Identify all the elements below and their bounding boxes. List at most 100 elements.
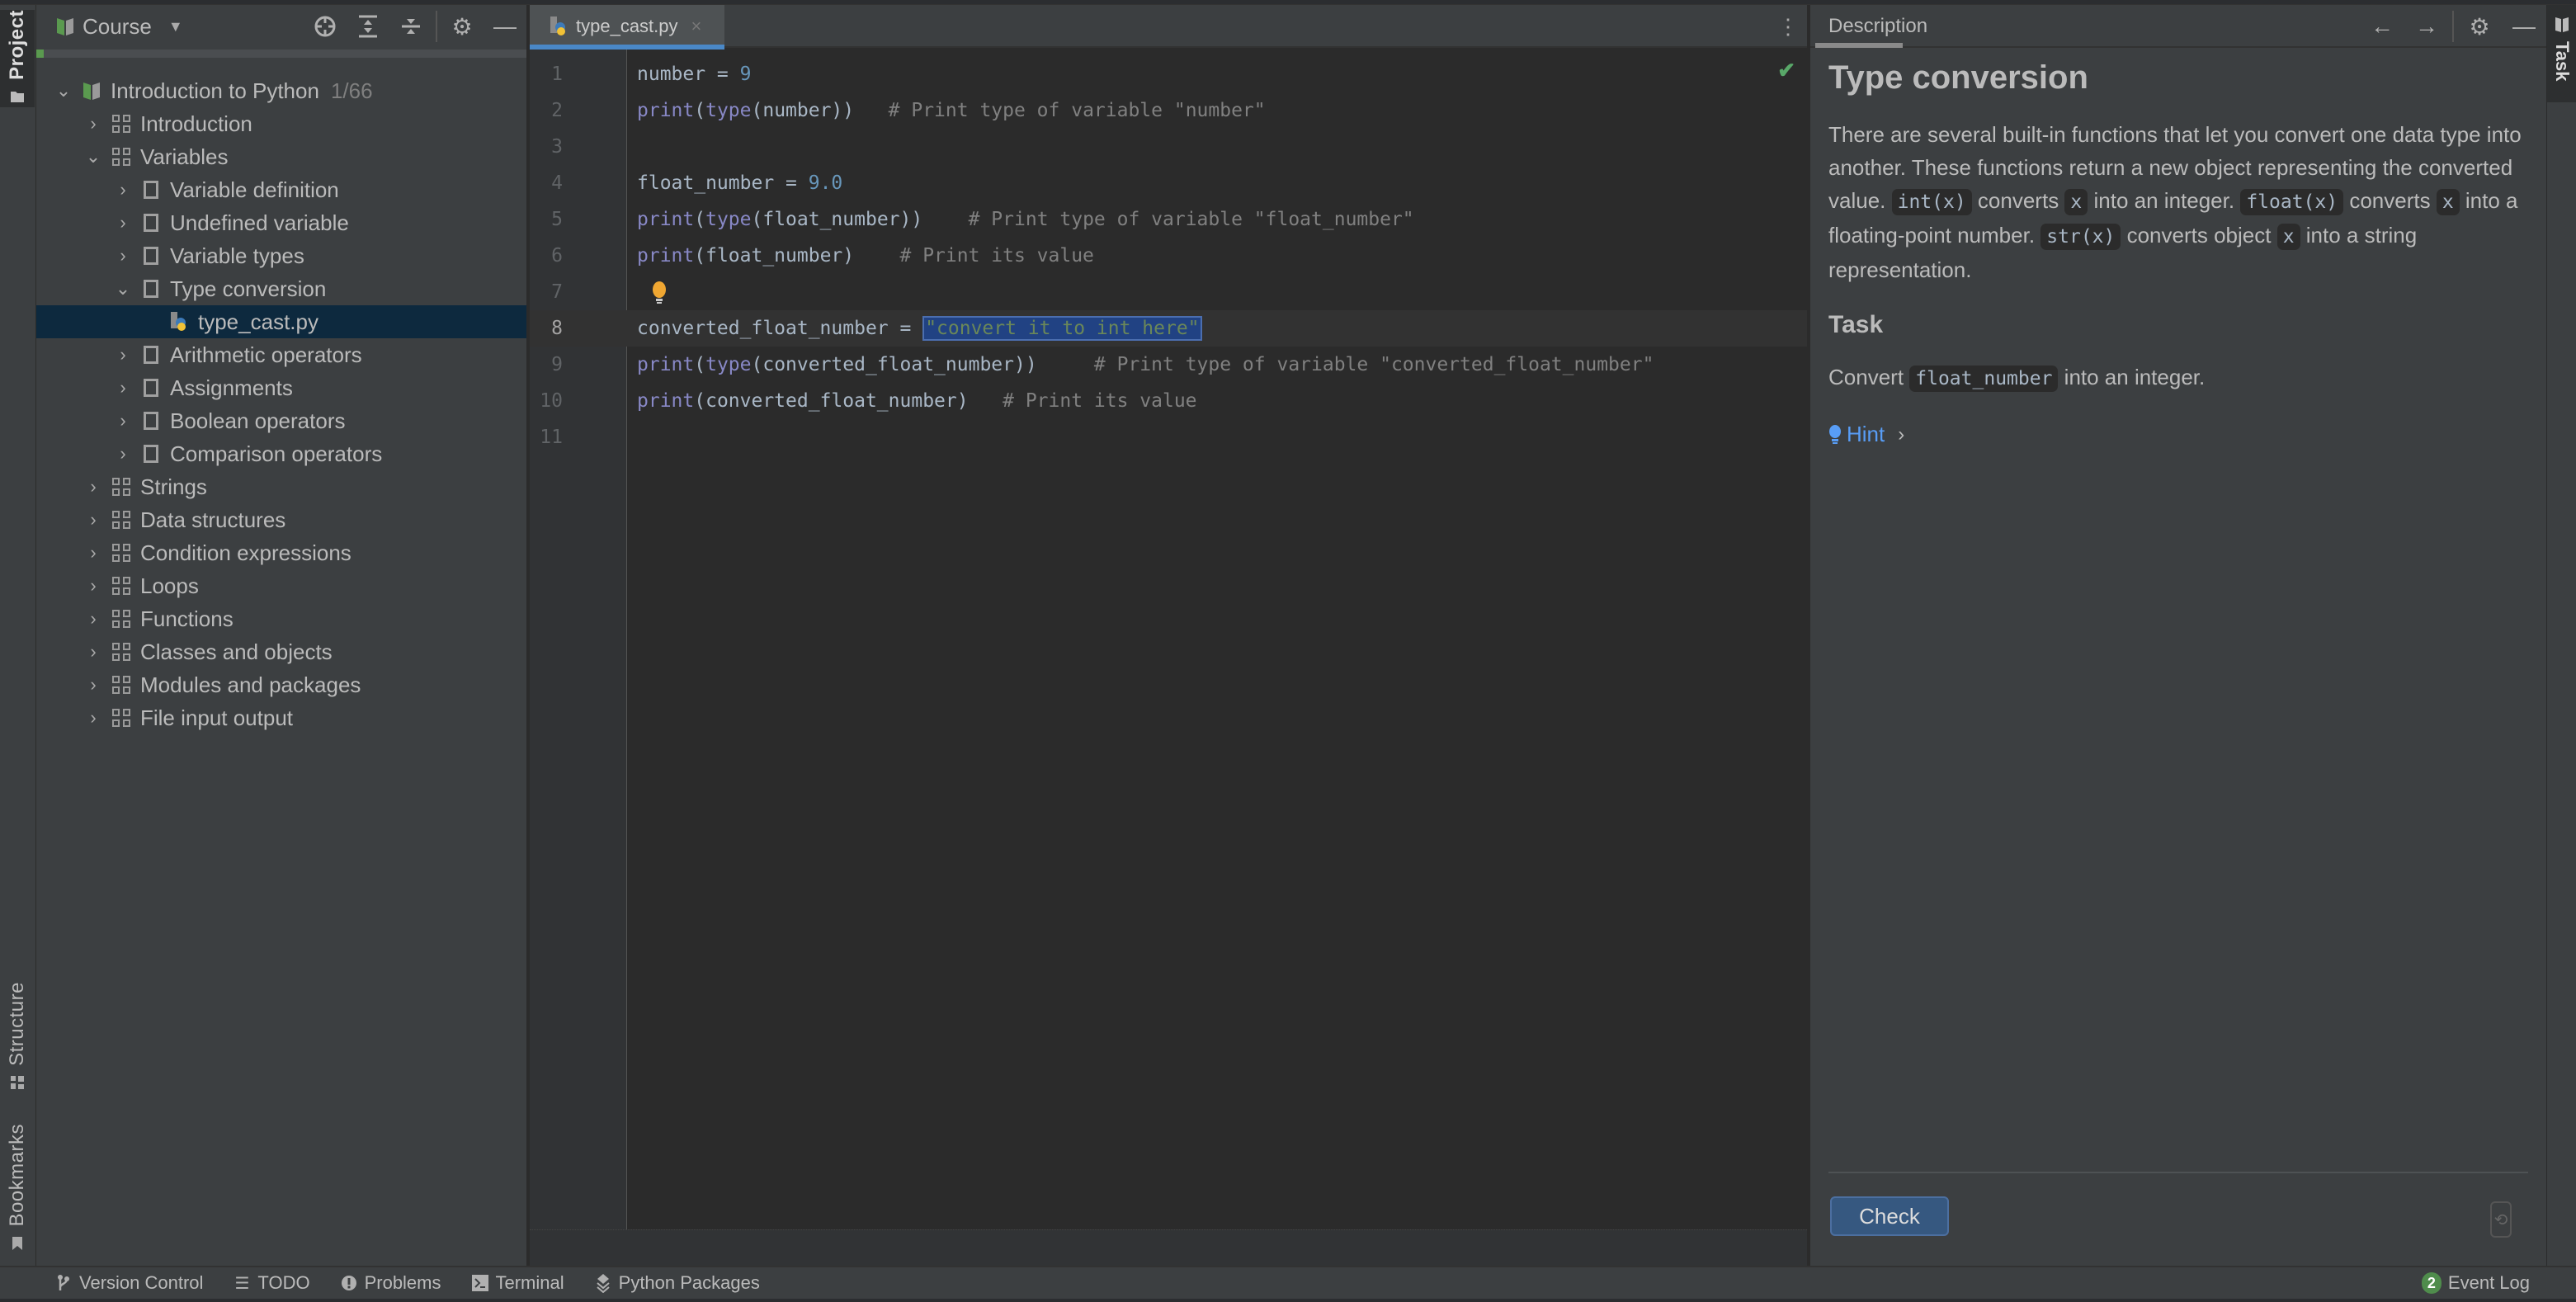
tree-item-lesson[interactable]: › File input output [36,701,526,734]
locate-icon[interactable] [304,5,347,48]
code-token: 9 [739,64,752,85]
structure-icon [11,1075,24,1089]
editor-tab-type-cast[interactable]: type_cast.py × [530,5,724,50]
back-arrow-icon[interactable]: ← [2360,5,2404,48]
gear-icon[interactable]: ⚙ [2457,5,2502,48]
chevron-right-icon[interactable]: › [112,179,134,200]
chevron-down-icon[interactable]: ⌄ [83,146,104,167]
chevron-right-icon[interactable]: › [112,410,134,432]
tree-item-task[interactable]: › Assignments [36,371,526,404]
code-line[interactable]: 7 [530,274,1807,310]
code-text: print(type(float_number)) # Print type o… [637,201,1414,238]
code-token: type [705,100,752,121]
chevron-right-icon[interactable]: › [83,641,104,663]
bookmarks-tool-tab[interactable]: Bookmarks [0,1124,35,1256]
tree-item-task[interactable]: › Boolean operators [36,404,526,437]
code-line[interactable]: 3 [530,129,1807,165]
placeholder-string-selection[interactable]: "convert it to int here" [922,316,1202,341]
chevron-right-icon[interactable]: › [83,575,104,597]
tree-item-lesson[interactable]: › Condition expressions [36,536,526,569]
text-run: into an integer. [2058,365,2206,389]
chevron-right-icon[interactable]: › [112,344,134,366]
inspection-ok-icon[interactable]: ✔ [1777,58,1795,83]
tree-item-task[interactable]: › Variable definition [36,173,526,206]
code-line[interactable]: 1 number = 9 [530,56,1807,92]
tree-item-file[interactable]: type_cast.py [36,305,526,338]
line-number: 8 [551,318,563,339]
tree-item-lesson[interactable]: › Introduction [36,107,526,140]
hint-link[interactable]: Hint › [1828,422,2528,447]
editor-bottom-area [530,1229,1807,1266]
tree-item-label: Assignments [170,375,293,400]
code-line[interactable]: 8 converted_float_number = "convert it to… [530,310,1807,347]
minimize-icon[interactable]: — [2502,5,2546,48]
tree-item-lesson[interactable]: › Modules and packages [36,668,526,701]
chevron-right-icon[interactable]: › [83,707,104,729]
gear-icon[interactable]: ⚙ [441,5,484,48]
chevron-right-icon[interactable]: › [112,443,134,465]
list-icon: ☰ [234,1274,250,1293]
chevron-down-icon[interactable]: ⌄ [112,278,134,300]
tree-root-course[interactable]: ⌄ Introduction to Python 1/66 [36,74,526,107]
inline-code: float_number [1909,366,2059,392]
tree-item-task[interactable]: ⌄ Type conversion [36,272,526,305]
description-tab[interactable]: Description [1817,5,1939,48]
code-editor: type_cast.py × ⋮ 1 number = 9 2 print(type(… [530,5,1807,1266]
code-line[interactable]: 5 print(type(float_number)) # Print type … [530,201,1807,238]
course-tree: ⌄ Introduction to Python 1/66 › Introduct… [36,74,526,734]
tree-item-label: Undefined variable [170,210,349,235]
chevron-right-icon[interactable]: › [83,608,104,630]
collapse-all-icon[interactable] [389,5,432,48]
reset-task-icon[interactable]: ⟲ [2490,1201,2512,1238]
check-button[interactable]: Check [1830,1196,1949,1236]
code-line[interactable]: 10 print(converted_float_number) # Print … [530,383,1807,419]
course-view-selector[interactable]: Course [83,14,152,40]
chevron-right-icon[interactable]: › [112,245,134,267]
code-area[interactable]: 1 number = 9 2 print(type(number)) # Print … [530,50,1807,1229]
code-line[interactable]: 2 print(type(number)) # Print type of var… [530,92,1807,129]
problems-button[interactable]: Problems [340,1272,441,1294]
tree-item-task[interactable]: › Undefined variable [36,206,526,239]
expand-all-icon[interactable] [347,5,389,48]
chevron-right-icon[interactable]: › [83,674,104,696]
line-number: 11 [540,427,563,448]
close-icon[interactable]: × [691,16,702,37]
version-control-button[interactable]: Version Control [54,1272,203,1294]
code-line[interactable]: 4 float_number = 9.0 [530,165,1807,201]
intention-lightbulb-icon[interactable] [652,281,667,304]
tree-item-lesson[interactable]: › Data structures [36,503,526,536]
chevron-right-icon[interactable]: › [83,542,104,564]
tree-item-label: Condition expressions [140,540,351,565]
code-line[interactable]: 11 [530,419,1807,455]
task-tool-tab[interactable]: Task [2547,5,2576,102]
minimize-icon[interactable]: — [484,5,526,48]
project-tool-tab[interactable]: Project [0,10,35,107]
warning-icon [340,1274,358,1292]
chevron-right-icon[interactable]: › [83,113,104,134]
chevron-right-icon[interactable]: › [112,212,134,234]
todo-button[interactable]: ☰ TODO [233,1272,309,1294]
text-run: Convert [1828,365,1910,389]
task-icon [140,245,162,267]
tree-item-task[interactable]: › Arithmetic operators [36,338,526,371]
forward-arrow-icon[interactable]: → [2404,5,2449,48]
python-packages-button[interactable]: Python Packages [594,1272,760,1294]
structure-tool-tab[interactable]: Structure [0,982,35,1097]
chevron-down-icon[interactable]: ▼ [168,18,183,35]
tree-item-task[interactable]: › Comparison operators [36,437,526,470]
event-log-button[interactable]: 2 Event Log [2421,1267,2530,1299]
chevron-right-icon[interactable]: › [83,509,104,531]
chevron-right-icon[interactable]: › [83,476,104,498]
tree-item-task[interactable]: › Variable types [36,239,526,272]
code-line[interactable]: 9 print(type(converted_float_number)) # P… [530,347,1807,383]
chevron-right-icon[interactable]: › [112,377,134,399]
tree-item-lesson[interactable]: › Loops [36,569,526,602]
chevron-down-icon[interactable]: ⌄ [53,80,74,101]
code-line[interactable]: 6 print(float_number) # Print its value [530,238,1807,274]
tree-item-lesson[interactable]: › Strings [36,470,526,503]
tree-item-lesson[interactable]: › Classes and objects [36,635,526,668]
tree-item-lesson[interactable]: › Functions [36,602,526,635]
terminal-button[interactable]: Terminal [471,1272,564,1294]
tree-item-lesson[interactable]: ⌄ Variables [36,140,526,173]
more-options-icon[interactable]: ⋮ [1777,12,1799,41]
